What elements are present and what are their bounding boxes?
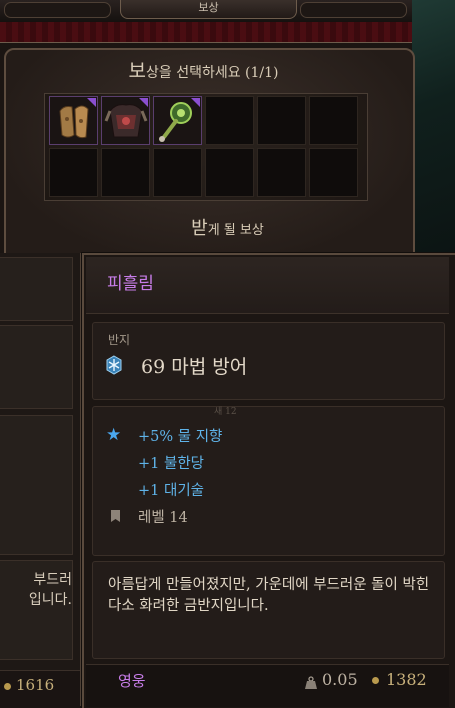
item-type: 반지 xyxy=(108,333,131,347)
title-bar-right-ornament xyxy=(300,2,407,18)
bonus-line-3: +1 대기술 xyxy=(138,483,205,499)
rarity-corner xyxy=(191,98,200,107)
weight-icon xyxy=(305,676,317,689)
compare-desc-line-2: 입니다. xyxy=(28,592,72,608)
compare-header xyxy=(0,257,73,321)
compare-desc-line-1: 부드러 xyxy=(33,572,72,588)
receive-title-text: 게 될 보상 xyxy=(207,223,264,238)
item-name: 피흘림 xyxy=(107,274,154,294)
reward-slot-9[interactable] xyxy=(153,148,202,197)
reward-slot-6[interactable] xyxy=(309,96,358,145)
faint-label: 새 12 xyxy=(214,407,237,417)
reward-slot-12[interactable] xyxy=(309,148,358,197)
star-icon: ★ xyxy=(106,425,122,445)
magic-armor-value: 69 마법 방어 xyxy=(141,356,248,378)
item-price-value: 1382 xyxy=(386,670,427,689)
reward-title-initial: 보 xyxy=(128,60,146,82)
item-description: 아름답게 만들어졌지만, 가운데에 부드러운 돌이 박힌 다소 화려한 금반지입… xyxy=(108,577,430,614)
reward-slot-8[interactable] xyxy=(101,148,150,197)
bonus-line-2: +1 불한당 xyxy=(138,456,205,472)
magic-armor-icon xyxy=(106,355,122,375)
gold-coin-icon xyxy=(4,682,11,690)
reward-slot-10[interactable] xyxy=(205,148,254,197)
reward-slot-3[interactable] xyxy=(153,96,202,145)
reward-slot-4[interactable] xyxy=(205,96,254,145)
gold-coin-icon xyxy=(372,677,379,684)
window-title: 보상 xyxy=(120,0,297,19)
reward-title-text: 상을 선택하세요 (1/1) xyxy=(145,65,279,81)
item-level: 레벨 14 xyxy=(138,510,188,526)
compare-bonus-section xyxy=(0,415,73,555)
reward-slot-2[interactable] xyxy=(101,96,150,145)
receive-title: 받게 될 보상 xyxy=(0,214,455,240)
reward-slot-11[interactable] xyxy=(257,148,306,197)
item-price: 1382 xyxy=(372,670,427,689)
title-bar-left-ornament xyxy=(4,2,111,18)
item-rarity: 영웅 xyxy=(118,672,146,690)
compare-price-value: 1616 xyxy=(16,676,55,694)
bonus-line-1: +5% 물 지향 xyxy=(138,429,223,445)
reward-title: 보상을 선택하세요 (1/1) xyxy=(0,56,407,83)
rarity-corner xyxy=(87,98,96,107)
reward-slot-1[interactable] xyxy=(49,96,98,145)
decorative-banner xyxy=(0,22,455,43)
item-weight: 0.05 xyxy=(322,670,358,689)
reward-item-grid xyxy=(44,93,368,201)
compare-description: 부드러 입니다. xyxy=(0,570,72,610)
rarity-corner xyxy=(139,98,148,107)
compare-price: 1616 xyxy=(4,676,54,694)
receive-title-initial: 받 xyxy=(191,218,208,239)
reward-slot-5[interactable] xyxy=(257,96,306,145)
compare-stat-section xyxy=(0,325,73,409)
reward-slot-7[interactable] xyxy=(49,148,98,197)
